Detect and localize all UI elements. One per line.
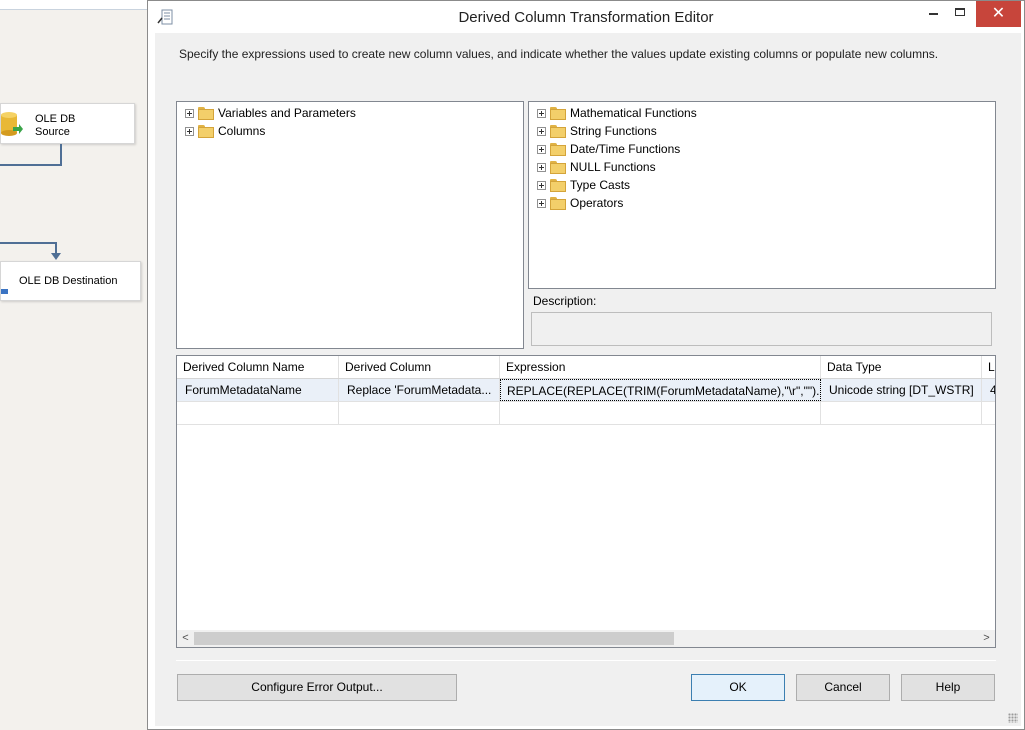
- cell-data-type[interactable]: [821, 402, 982, 424]
- close-icon: ✕: [991, 5, 1006, 22]
- tree-item-variables-parameters[interactable]: Variables and Parameters: [185, 104, 356, 122]
- folder-icon: [550, 106, 566, 120]
- cell-data-type[interactable]: Unicode string [DT_WSTR]: [821, 379, 982, 401]
- scrollbar-thumb[interactable]: [194, 632, 674, 645]
- functions-tree[interactable]: Mathematical Functions String Functions …: [528, 101, 996, 289]
- cell-derived-column-name[interactable]: ForumMetadataName: [177, 379, 339, 401]
- folder-icon: [198, 124, 214, 138]
- derived-column-editor-dialog: Derived Column Transformation Editor ✕ S…: [147, 0, 1025, 730]
- data-path-connector: [0, 242, 57, 244]
- folder-icon: [550, 142, 566, 156]
- ok-button[interactable]: OK: [691, 674, 785, 701]
- expand-icon[interactable]: [537, 198, 546, 208]
- close-button[interactable]: ✕: [976, 1, 1021, 27]
- tree-item-label: String Functions: [570, 124, 657, 138]
- dialog-title: Derived Column Transformation Editor: [458, 9, 714, 26]
- expand-icon[interactable]: [537, 180, 546, 190]
- title-bar[interactable]: Derived Column Transformation Editor ✕: [148, 1, 1024, 33]
- tree-item-string-functions[interactable]: String Functions: [537, 122, 657, 140]
- folder-icon: [198, 106, 214, 120]
- database-source-icon: [1, 112, 23, 136]
- tree-item-label: Date/Time Functions: [570, 142, 681, 156]
- tree-item-label: Type Casts: [570, 178, 631, 192]
- new-row[interactable]: [177, 402, 995, 425]
- destination-icon: [1, 289, 8, 294]
- table-row[interactable]: ForumMetadataName Replace 'ForumMetadata…: [177, 379, 995, 402]
- expand-icon[interactable]: [185, 108, 194, 118]
- minimize-button[interactable]: [920, 1, 946, 23]
- help-button[interactable]: Help: [901, 674, 995, 701]
- column-header-data-type[interactable]: Data Type: [821, 356, 982, 378]
- data-path-arrow-icon: [51, 253, 61, 260]
- tree-item-type-casts[interactable]: Type Casts: [537, 176, 630, 194]
- tree-item-null-functions[interactable]: NULL Functions: [537, 158, 656, 176]
- description-label: Description:: [533, 294, 597, 308]
- expand-icon[interactable]: [185, 126, 194, 136]
- cancel-button[interactable]: Cancel: [796, 674, 890, 701]
- instructions-text: Specify the expressions used to create n…: [179, 47, 939, 61]
- cell-length[interactable]: 4: [982, 379, 995, 401]
- designer-tab-strip: [0, 0, 150, 10]
- grid-header: Derived Column Name Derived Column Expre…: [177, 356, 995, 379]
- ole-db-source-node[interactable]: OLE DB Source: [0, 103, 135, 144]
- expand-icon[interactable]: [537, 126, 546, 136]
- dialog-client-area: Specify the expressions used to create n…: [155, 33, 1021, 726]
- cell-derived-column[interactable]: [339, 402, 500, 424]
- configure-error-output-button[interactable]: Configure Error Output...: [177, 674, 457, 701]
- scroll-left-icon[interactable]: <: [177, 630, 194, 647]
- expand-icon[interactable]: [537, 162, 546, 172]
- cell-derived-column-name[interactable]: [177, 402, 339, 424]
- cell-derived-column[interactable]: Replace 'ForumMetadata...: [339, 379, 500, 401]
- cell-expression[interactable]: [500, 402, 821, 424]
- column-header-expression[interactable]: Expression: [500, 356, 821, 378]
- variables-columns-tree[interactable]: Variables and Parameters Columns: [176, 101, 524, 349]
- scroll-right-icon[interactable]: >: [978, 630, 995, 647]
- resize-grip-icon[interactable]: [1008, 713, 1018, 723]
- expand-icon[interactable]: [537, 144, 546, 154]
- maximize-button[interactable]: [947, 1, 973, 23]
- column-header-derived-column[interactable]: Derived Column: [339, 356, 500, 378]
- source-node-label-line1: OLE DB: [35, 113, 76, 125]
- tree-item-columns[interactable]: Columns: [185, 122, 265, 140]
- folder-icon: [550, 160, 566, 174]
- folder-icon: [550, 124, 566, 138]
- data-path-connector: [0, 164, 62, 166]
- folder-icon: [550, 178, 566, 192]
- folder-icon: [550, 196, 566, 210]
- tree-item-label: Mathematical Functions: [570, 106, 697, 120]
- derived-columns-grid[interactable]: Derived Column Name Derived Column Expre…: [176, 355, 996, 648]
- description-box: [531, 312, 992, 346]
- horizontal-scrollbar[interactable]: < >: [177, 630, 995, 647]
- tree-item-label: Columns: [218, 124, 266, 138]
- cell-length[interactable]: [982, 402, 995, 424]
- tree-item-label: NULL Functions: [570, 160, 656, 174]
- tree-item-operators[interactable]: Operators: [537, 194, 623, 212]
- ole-db-destination-node[interactable]: OLE DB Destination: [0, 261, 141, 301]
- column-header-length[interactable]: Le: [982, 356, 995, 378]
- data-flow-designer: OLE DB Source OLE DB Destination: [0, 0, 150, 730]
- column-header-derived-column-name[interactable]: Derived Column Name: [177, 356, 339, 378]
- divider: [176, 660, 996, 661]
- cell-expression[interactable]: REPLACE(REPLACE(TRIM(ForumMetadataName),…: [500, 379, 821, 401]
- tree-item-label: Operators: [570, 196, 624, 210]
- maximize-icon: [955, 8, 965, 16]
- tree-item-datetime-functions[interactable]: Date/Time Functions: [537, 140, 680, 158]
- data-path-connector: [60, 144, 62, 166]
- source-node-label-line2: Source: [35, 126, 70, 138]
- minimize-icon: [928, 13, 938, 15]
- tree-item-label: Variables and Parameters: [218, 106, 356, 120]
- destination-node-label: OLE DB Destination: [19, 275, 118, 287]
- tree-item-mathematical-functions[interactable]: Mathematical Functions: [537, 104, 697, 122]
- expand-icon[interactable]: [537, 108, 546, 118]
